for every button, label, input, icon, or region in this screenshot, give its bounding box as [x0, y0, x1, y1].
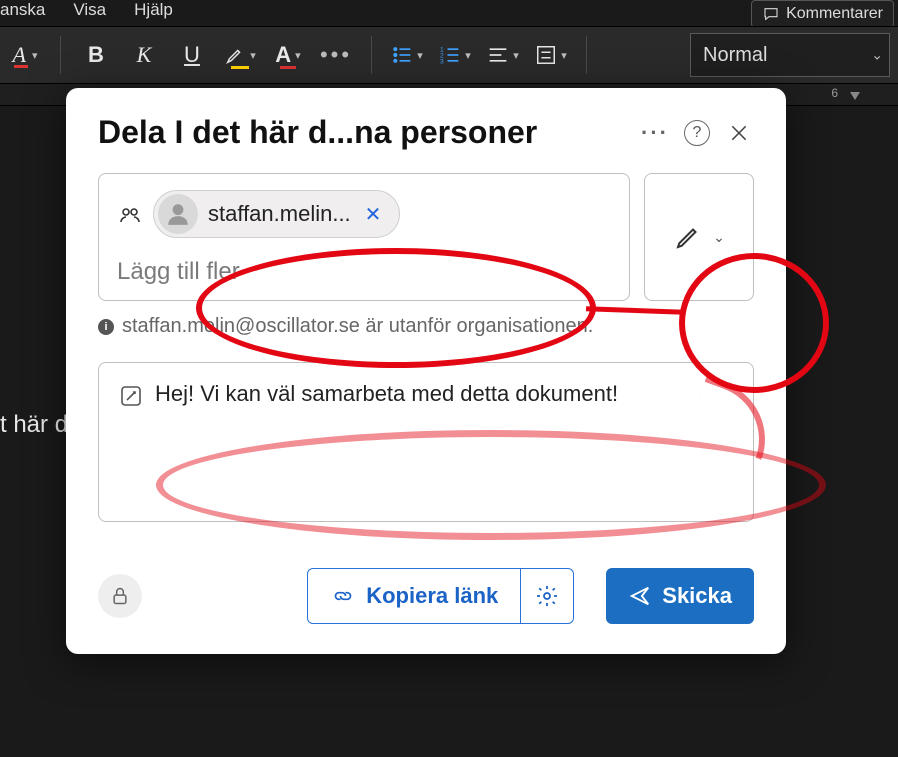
info-icon: i: [98, 319, 114, 335]
send-button[interactable]: Skicka: [606, 568, 754, 624]
remove-recipient-button[interactable]: ✕: [361, 202, 386, 227]
chevron-down-icon: ⌄: [713, 229, 725, 246]
send-label: Skicka: [662, 583, 732, 609]
message-text: Hej! Vi kan väl samarbeta med detta doku…: [155, 381, 618, 407]
copy-link-label: Kopiera länk: [366, 583, 498, 609]
text-color-button[interactable]: A ▾: [271, 37, 305, 73]
compose-icon: [119, 384, 143, 414]
svg-text:3: 3: [440, 58, 444, 65]
more-options-button[interactable]: ···: [640, 118, 670, 148]
line-spacing-button[interactable]: ▾: [534, 37, 568, 73]
permission-picker[interactable]: ⌄: [644, 173, 754, 301]
menu-item[interactable]: Hjälp: [134, 0, 173, 20]
menu-item[interactable]: Visa: [73, 0, 106, 20]
copy-link-button[interactable]: Kopiera länk: [307, 568, 521, 624]
more-formatting-button[interactable]: •••: [319, 37, 353, 73]
message-input[interactable]: Hej! Vi kan väl samarbeta med detta doku…: [98, 362, 754, 522]
highlight-button[interactable]: ▾: [223, 37, 257, 73]
link-scope-icon: [117, 201, 143, 227]
formatting-ribbon: A ▾ B K U ▾ A ▾ ••• ▾ 1 2 3 ▾ ▾: [0, 26, 898, 84]
comments-label: Kommentarer: [786, 5, 883, 23]
pencil-icon: [673, 222, 703, 252]
gear-icon: [535, 584, 559, 608]
link-settings-lock[interactable]: [98, 574, 142, 618]
external-warning-text: staffan.melin@oscillator.se är utanför o…: [122, 315, 593, 338]
recipient-chip[interactable]: staffan.melin... ✕: [153, 190, 400, 238]
add-more-recipients[interactable]: Lägg till fler: [117, 258, 611, 286]
underline-button[interactable]: U: [175, 37, 209, 73]
dialog-title: Dela I det här d...na personer: [98, 114, 626, 151]
align-button[interactable]: ▾: [486, 37, 520, 73]
external-warning: i staffan.melin@oscillator.se är utanför…: [98, 315, 754, 338]
recipient-name: staffan.melin...: [208, 201, 351, 227]
bold-button[interactable]: B: [79, 37, 113, 73]
ruler-tick: 6: [831, 86, 838, 100]
italic-button[interactable]: K: [127, 37, 161, 73]
bullet-list-button[interactable]: ▾: [390, 37, 424, 73]
style-picker-value: Normal: [703, 44, 767, 67]
numbered-list-button[interactable]: 1 2 3 ▾: [438, 37, 472, 73]
recipients-input-area[interactable]: staffan.melin... ✕ Lägg till fler: [98, 173, 630, 301]
document-text-fragment: t här d: [0, 411, 68, 439]
send-icon: [628, 585, 652, 607]
link-settings-button[interactable]: [521, 568, 574, 624]
comments-button[interactable]: Kommentarer: [751, 0, 894, 28]
menu-item[interactable]: anska: [0, 0, 45, 20]
ruler-marker[interactable]: [850, 92, 860, 100]
link-icon: [330, 586, 356, 606]
annotation-connector: [586, 306, 684, 314]
style-picker[interactable]: Normal ⌄: [690, 33, 890, 77]
close-button[interactable]: [724, 118, 754, 148]
font-color-button[interactable]: A ▾: [8, 37, 42, 73]
share-dialog: Dela I det här d...na personer ··· ?: [66, 88, 786, 654]
lock-icon: [110, 586, 130, 606]
avatar: [158, 194, 198, 234]
help-button[interactable]: ?: [684, 120, 710, 146]
